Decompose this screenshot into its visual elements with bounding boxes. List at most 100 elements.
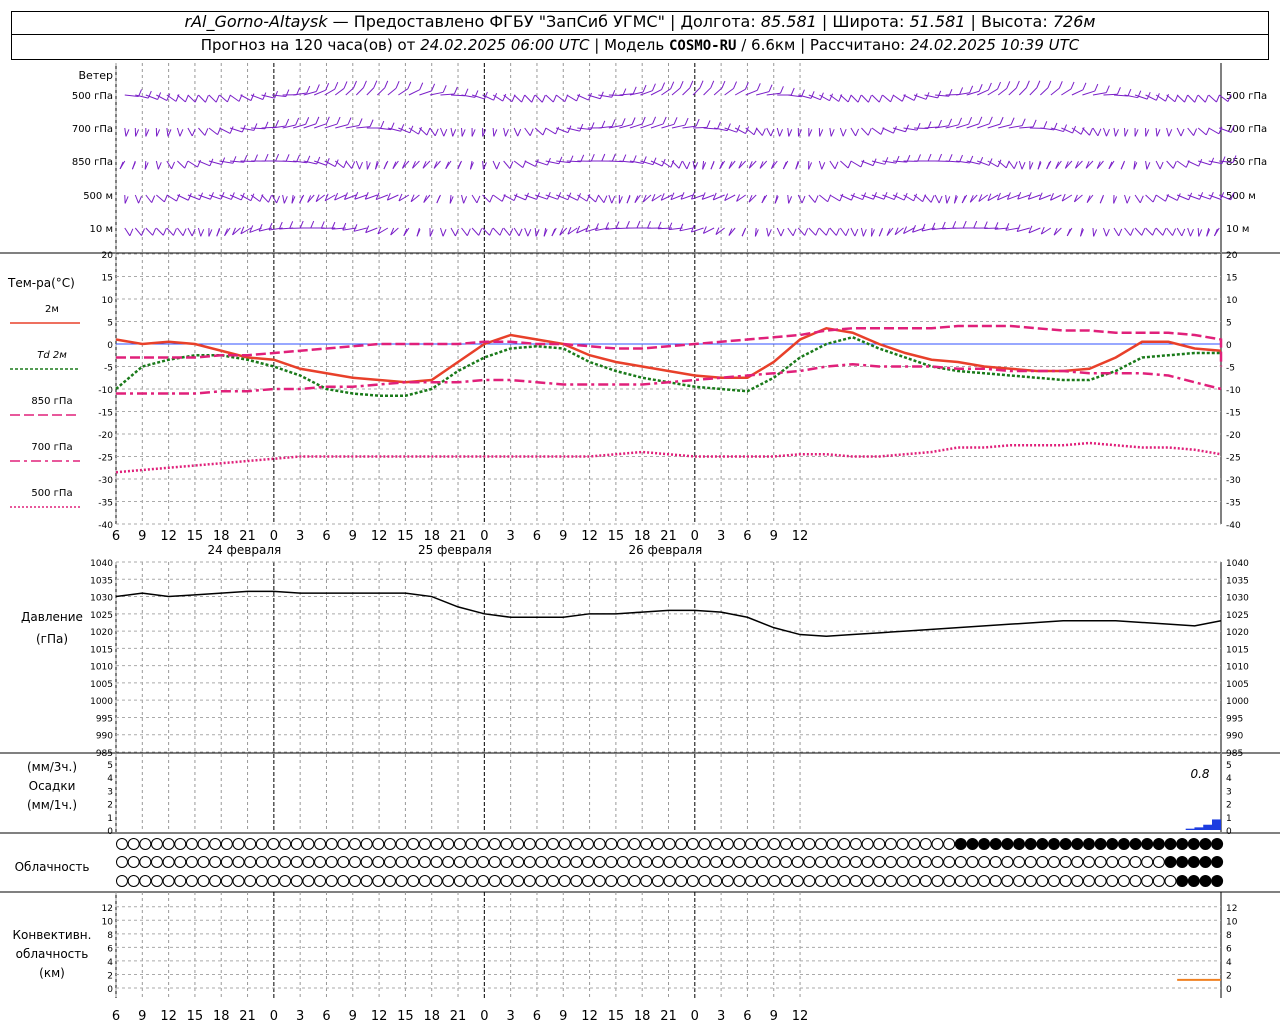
cloud-cover-symbol — [582, 875, 594, 887]
cloud-cover-symbol — [1152, 856, 1165, 868]
wind-barb — [440, 227, 444, 237]
cloud-cover-symbol — [675, 838, 688, 850]
wind-barb-feather — [626, 196, 631, 204]
wind-barb-feather — [380, 120, 385, 129]
wind-barb-feather — [162, 228, 167, 236]
cloud-cover-symbol — [733, 856, 746, 868]
cloud-cover-symbol — [978, 856, 991, 868]
cloud-cover-symbol — [780, 838, 793, 850]
cloud-cover-symbol — [558, 875, 571, 887]
wind-barb — [640, 90, 653, 96]
wind-barb-feather — [733, 81, 737, 89]
wind-barb-feather — [275, 153, 280, 162]
wind-barb — [608, 194, 613, 204]
wind-barb — [566, 94, 577, 102]
cloud-cover-symbol — [244, 875, 257, 887]
wind-barb-feather — [353, 80, 357, 89]
cloud-cover-symbol — [1001, 856, 1014, 868]
cloud-cover-symbol — [1211, 838, 1224, 850]
cloud-cover-symbol — [418, 875, 431, 887]
wind-barb-feather — [1046, 161, 1051, 170]
cloud-cover-symbol — [418, 838, 431, 850]
cloud-cover-symbol — [279, 838, 292, 850]
cloud-cover-symbol — [896, 838, 909, 850]
wind-barb — [198, 94, 206, 103]
wind-barb-feather — [194, 94, 199, 103]
wind-barb — [1187, 160, 1199, 167]
cloud-cover-symbol — [954, 856, 967, 868]
wind-barb-feather — [625, 220, 630, 229]
x-tick-label: 9 — [138, 529, 146, 544]
cloud-cover-symbol — [395, 856, 408, 868]
cloud-cover-symbol — [919, 838, 932, 850]
wind-barb-feather — [1198, 229, 1203, 237]
wind-barb — [819, 194, 829, 203]
wind-barb-feather — [938, 195, 943, 204]
wind-barb — [755, 127, 763, 136]
wind-barb — [240, 94, 252, 102]
wind-barb-feather — [937, 90, 942, 99]
wind-barb-feather — [1194, 95, 1199, 103]
wind-barb-feather — [275, 120, 279, 128]
conv-y-tick-left: 12 — [102, 904, 113, 914]
x-tick-label: 6 — [533, 529, 541, 544]
temp-y-tick-left: -10 — [98, 386, 113, 396]
conv-y-tick-right: 8 — [1226, 931, 1232, 941]
wind-barb-feather — [552, 94, 557, 103]
cloud-cover-symbol — [826, 856, 839, 868]
cloud-cover-symbol — [477, 875, 490, 887]
cloud-cover-symbol — [1106, 838, 1119, 850]
wind-barb — [355, 87, 364, 96]
wind-barb — [839, 227, 847, 237]
wind-barb — [703, 87, 712, 96]
pres-y-tick-left: 1025 — [90, 611, 113, 621]
cloud-cover-symbol — [943, 838, 956, 850]
wind-barb — [882, 94, 891, 103]
wind-barb-feather — [834, 161, 839, 170]
wind-barb-feather — [679, 80, 684, 89]
wind-barb — [177, 160, 186, 169]
wind-barb — [176, 227, 184, 236]
wind-barb — [461, 194, 465, 204]
prec-title: Осадки — [29, 779, 76, 793]
wind-barb-feather — [289, 221, 294, 229]
wind-barb-feather — [347, 117, 352, 125]
cloud-cover-symbol — [290, 856, 303, 868]
temp-y-tick-right: -10 — [1226, 386, 1241, 396]
wind-barb — [1166, 160, 1174, 169]
cloud-cover-symbol — [896, 856, 909, 868]
x-tick-label: 9 — [559, 529, 567, 544]
wind-barb — [829, 160, 836, 170]
cloud-cover-symbol — [1071, 875, 1084, 887]
wind-barb — [724, 88, 734, 96]
x-tick-label-bottom: 9 — [138, 1009, 146, 1024]
cloud-cover-symbol — [570, 875, 583, 887]
wind-barb-feather — [551, 228, 556, 237]
x-tick-label: 3 — [717, 529, 725, 544]
cloud-cover-symbol — [244, 856, 257, 868]
wind-barb-feather — [615, 221, 620, 229]
wind-level-label-left: 500 гПа — [72, 91, 113, 102]
wind-barb — [314, 123, 327, 129]
wind-barb-feather — [684, 117, 689, 126]
precip-bar — [1185, 828, 1195, 830]
wind-barb-feather — [1043, 121, 1048, 129]
cloud-cover-symbol — [931, 875, 944, 887]
cloud-cover-symbol — [838, 838, 851, 850]
conv-y-tick-left: 8 — [107, 931, 113, 941]
pres-y-tick-right: 1040 — [1226, 559, 1249, 569]
wind-barb-feather — [232, 156, 237, 164]
wind-barb-feather — [1120, 161, 1125, 170]
cloud-cover-symbol — [220, 856, 233, 868]
wind-barb-feather — [997, 81, 1002, 90]
wind-barb-feather — [913, 93, 918, 101]
temp-y-tick-left: 5 — [107, 319, 113, 329]
wind-barb — [1166, 94, 1176, 103]
wind-barb-feather — [579, 123, 584, 132]
cloud-cover-symbol — [314, 856, 327, 868]
cloud-cover-symbol — [255, 856, 268, 868]
x-tick-label: 18 — [213, 529, 230, 544]
wind-barb-feather — [779, 86, 784, 94]
cloud-cover-symbol — [1141, 856, 1154, 868]
temp-y-tick-left: -25 — [98, 454, 113, 464]
